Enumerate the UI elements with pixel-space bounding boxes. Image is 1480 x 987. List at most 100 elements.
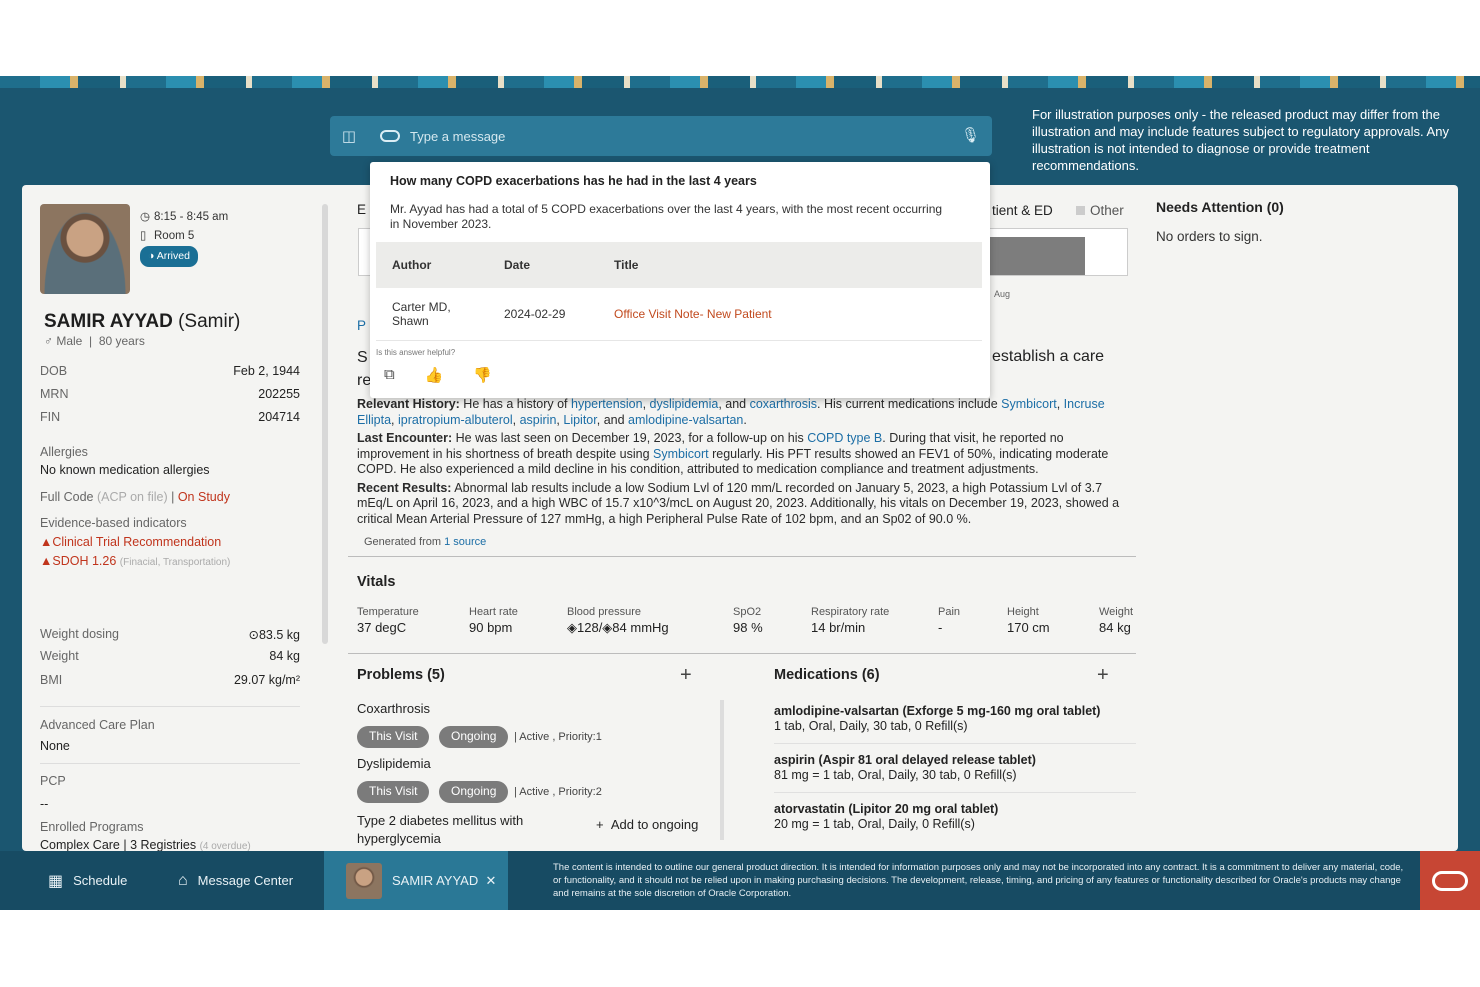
- inbox-icon: ⌂: [178, 871, 188, 889]
- appointment-time: 8:15 - 8:45 am: [154, 211, 229, 223]
- helpful-prompt: Is this answer helpful?: [376, 348, 456, 357]
- needs-attention-title[interactable]: Needs Attention (0): [1156, 199, 1284, 215]
- divider: [40, 706, 300, 707]
- document-link[interactable]: Office Visit Note- New Patient: [598, 288, 982, 341]
- divider: [348, 556, 1136, 557]
- acp-value: None: [40, 739, 70, 753]
- divider: [348, 653, 1136, 654]
- vital-pain: Pain -: [938, 606, 961, 635]
- ongoing-badge[interactable]: Ongoing: [439, 781, 509, 803]
- feedback-actions: ⧉ 👍 👎: [384, 366, 492, 384]
- add-to-ongoing-button[interactable]: + Add to ongoing: [596, 817, 698, 832]
- column-date: Date: [488, 242, 598, 288]
- acp-label: Advanced Care Plan: [40, 718, 155, 732]
- divider: [774, 792, 1136, 793]
- message-input[interactable]: [410, 128, 950, 144]
- appointment-info: ◷ 8:15 - 8:45 am ▯ Room 5 ◑ Arrived: [140, 208, 228, 267]
- tab-inpatient-ed[interactable]: tient & ED: [992, 203, 1053, 218]
- timeline-month: Aug: [994, 289, 1011, 299]
- problem-name[interactable]: Dyslipidemia: [357, 756, 431, 771]
- illustration-disclaimer: For illustration purposes only - the rel…: [1032, 107, 1449, 173]
- column-title: Title: [598, 242, 982, 288]
- summary-line-cut: establish a care: [992, 348, 1105, 365]
- calendar-icon: ▦: [48, 872, 64, 890]
- panel-toggle-icon: ◫: [341, 128, 357, 145]
- vital-blood-pressure: Blood pressure ◈128/◈84 mmHg: [567, 606, 669, 635]
- on-study-link[interactable]: On Study: [178, 490, 230, 504]
- message-center-tab[interactable]: ⌂ Message Center: [178, 851, 293, 910]
- programs-value: Complex Care | 3 Registries (4 overdue): [40, 838, 251, 852]
- vital-respiratory-rate: Respiratory rate 14 br/min: [811, 606, 890, 635]
- vital-height: Height 170 cm: [1007, 606, 1050, 635]
- problem-name[interactable]: Type 2 diabetes mellitus with hyperglyce…: [357, 812, 577, 848]
- patient-tab[interactable]: SAMIR AYYAD ✕: [324, 851, 508, 910]
- add-medication-icon[interactable]: +: [1097, 664, 1109, 687]
- patient-name: SAMIR AYYAD (Samir): [44, 311, 241, 332]
- clinical-trial-indicator[interactable]: ▲Clinical Trial Recommendation: [40, 535, 221, 549]
- question-text: How many COPD exacerbations has he had i…: [390, 174, 757, 188]
- medication-item[interactable]: aspirin (Aspir 81 oral delayed release t…: [774, 753, 1136, 783]
- decorative-banner: [0, 76, 1480, 88]
- patient-demographics: ♂ Male | 80 years: [44, 334, 145, 348]
- room: Room 5: [154, 230, 195, 242]
- patient-photo: [40, 204, 130, 294]
- bmi-row: BMI 29.07 kg/m²: [40, 673, 300, 687]
- schedule-tab[interactable]: ▦ Schedule: [48, 851, 127, 910]
- problems-scrollbar[interactable]: [720, 700, 724, 840]
- close-icon[interactable]: ✕: [485, 873, 496, 889]
- answer-text: Mr. Ayyad has had a total of 5 COPD exac…: [390, 202, 943, 231]
- no-orders-text: No orders to sign.: [1156, 229, 1263, 244]
- divider: [40, 763, 300, 764]
- table-row: Carter MD, Shawn 2024-02-29 Office Visit …: [376, 288, 982, 341]
- avatar: [346, 862, 382, 899]
- medications-title[interactable]: Medications (6): [774, 667, 880, 683]
- thumbs-up-icon[interactable]: 👍: [425, 366, 444, 384]
- clock-icon: ◷: [140, 211, 151, 223]
- male-icon: ♂: [44, 334, 53, 348]
- panel-toggle-button[interactable]: ◫: [330, 116, 368, 156]
- this-visit-badge[interactable]: This Visit: [357, 781, 430, 803]
- code-status: Full Code (ACP on file) | On Study: [40, 490, 230, 504]
- problem-meta: | Active , Priority:2: [514, 786, 602, 798]
- medication-item[interactable]: atorvastatin (Lipitor 20 mg oral tablet)…: [774, 802, 1136, 832]
- dob-row: DOB Feb 2, 1944: [40, 364, 300, 378]
- fin-row: FIN 204714: [40, 410, 300, 424]
- vitals-title: Vitals: [357, 574, 396, 590]
- thumbs-down-icon[interactable]: 👎: [473, 366, 492, 384]
- medication-item[interactable]: amlodipine-valsartan (Exforge 5 mg-160 m…: [774, 704, 1136, 734]
- programs-label: Enrolled Programs: [40, 820, 144, 834]
- warning-icon: ▲: [40, 554, 53, 568]
- copy-icon[interactable]: ⧉: [384, 366, 395, 384]
- author-cell: Carter MD, Shawn: [376, 288, 488, 341]
- summary-cut: S: [357, 349, 368, 366]
- add-problem-icon[interactable]: +: [680, 664, 692, 687]
- weight-dosing-row: Weight dosing ⊙83.5 kg: [40, 627, 300, 642]
- ai-summary: Relevant History: He has a history of hy…: [357, 397, 1120, 526]
- door-icon: ▯: [140, 230, 147, 242]
- divider: [774, 743, 1136, 744]
- status-badge: ◑ Arrived: [140, 246, 198, 267]
- this-visit-badge[interactable]: This Visit: [357, 726, 430, 748]
- oracle-logo: [1420, 851, 1480, 910]
- vital-spo2: SpO2 98 %: [733, 606, 763, 635]
- weight-row: Weight 84 kg: [40, 649, 300, 663]
- problem-meta: | Active , Priority:1: [514, 731, 602, 743]
- microphone-icon[interactable]: 🎙: [961, 126, 980, 144]
- column-author: Author: [376, 242, 488, 288]
- source-table: Author Date Title Carter MD, Shawn 2024-0…: [376, 242, 982, 341]
- message-bar: 🎙: [368, 116, 992, 156]
- assistant-answer-popup: How many COPD exacerbations has he had i…: [370, 162, 990, 398]
- problem-name[interactable]: Coxarthrosis: [357, 701, 430, 716]
- tab-other[interactable]: Other: [1076, 203, 1124, 218]
- ongoing-badge[interactable]: Ongoing: [439, 726, 509, 748]
- pcp-value: --: [40, 797, 49, 811]
- assistant-icon: [380, 130, 400, 142]
- summary-cut: P: [357, 318, 367, 333]
- left-scrollbar[interactable]: [322, 204, 328, 644]
- vital-temperature: Temperature 37 degC: [357, 606, 419, 635]
- problems-title[interactable]: Problems (5): [357, 667, 445, 683]
- allergies-label: Allergies: [40, 445, 88, 459]
- sdoh-indicator[interactable]: ▲SDOH 1.26 (Finacial, Transportation): [40, 554, 230, 568]
- timeline-range[interactable]: [989, 237, 1085, 275]
- source-link[interactable]: 1 source: [444, 536, 486, 548]
